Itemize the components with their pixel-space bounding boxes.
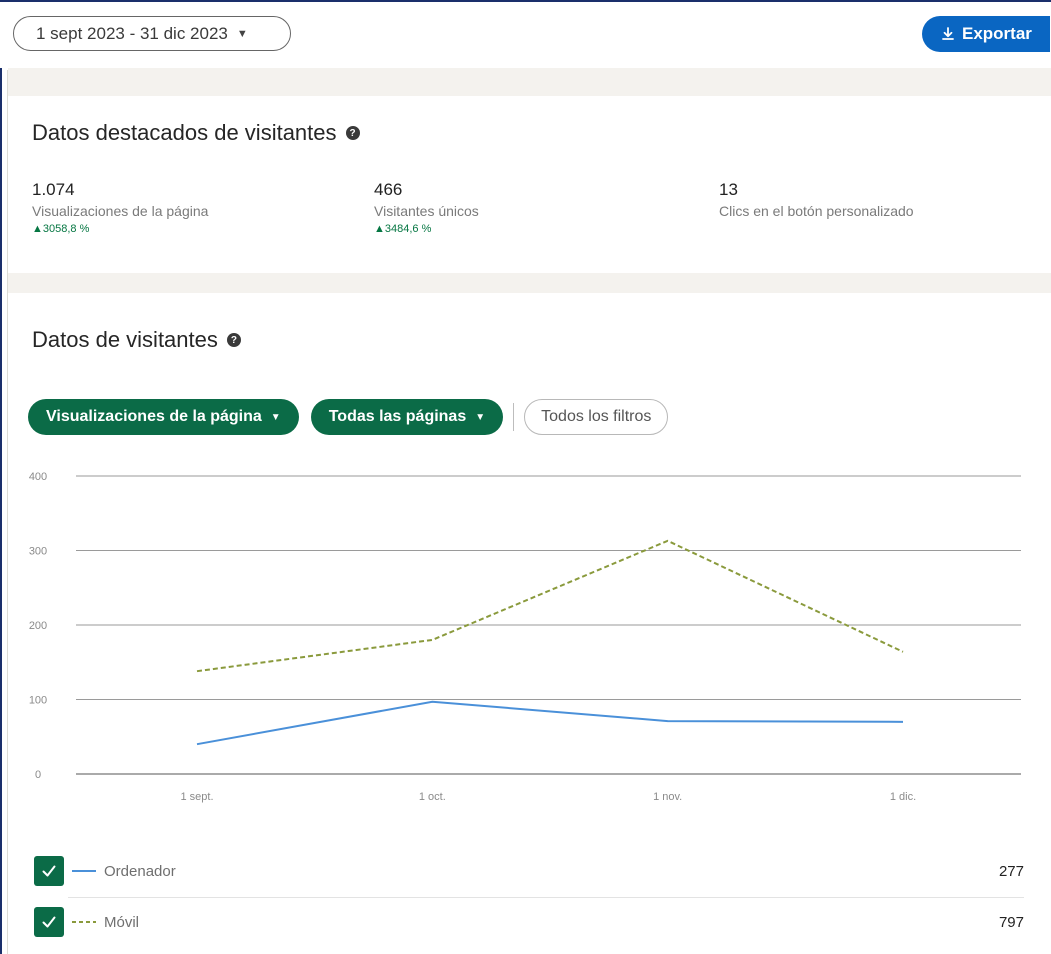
visitor-highlights-card: Datos destacados de visitantes ? 1.074 V… <box>8 96 1051 273</box>
metric-label: Visitantes únicos <box>374 203 479 219</box>
chevron-down-icon: ▼ <box>475 411 486 423</box>
highlights-title: Datos destacados de visitantes <box>32 120 337 145</box>
legend-total: 797 <box>998 913 1024 931</box>
all-filters-button[interactable]: Todos los filtros <box>524 399 669 435</box>
legend-row-desktop: Ordenador 277 <box>34 855 1024 887</box>
chevron-down-icon: ▼ <box>236 27 248 40</box>
metric-label: Visualizaciones de la página <box>32 203 209 219</box>
toolbar: 1 sept 2023 - 31 dic 2023 ▼ Exportar <box>0 2 1051 68</box>
metric-custom-button-clicks: 13 Clics en el botón personalizado <box>719 180 914 219</box>
date-range-dropdown[interactable]: 1 sept 2023 - 31 dic 2023 ▼ <box>13 16 291 51</box>
y-tick-label: 0 <box>35 769 41 781</box>
download-icon <box>940 26 956 42</box>
section-title: Datos de visitantes ? <box>32 327 241 353</box>
filter-bar: Visualizaciones de la página ▼ Todas las… <box>28 399 669 435</box>
y-tick-label: 400 <box>29 471 47 483</box>
metric-unique-visitors: 466 Visitantes únicos ▲3484,6 % <box>374 180 479 235</box>
series-checkbox-desktop[interactable] <box>34 856 64 886</box>
y-tick-label: 300 <box>29 546 47 558</box>
solid-line-swatch-icon <box>72 869 96 873</box>
metric-dropdown-label: Visualizaciones de la página <box>46 408 262 425</box>
x-tick-label: 1 oct. <box>419 791 446 803</box>
metric-label: Clics en el botón personalizado <box>719 203 914 219</box>
window-border-left <box>0 0 2 954</box>
app-frame: 1 sept 2023 - 31 dic 2023 ▼ Exportar Dat… <box>0 0 1051 954</box>
metric-value: 13 <box>719 180 738 199</box>
filter-separator <box>513 403 515 431</box>
dashed-line-swatch-icon <box>72 920 96 924</box>
metric-value: 466 <box>374 180 403 199</box>
y-tick-label: 100 <box>29 695 47 707</box>
section-divider <box>8 273 1051 293</box>
visitors-title: Datos de visitantes <box>32 327 218 352</box>
chevron-down-icon: ▼ <box>270 411 281 423</box>
section-title: Datos destacados de visitantes ? <box>32 120 360 146</box>
metric-change: ▲3058,8 % <box>32 223 90 235</box>
pages-dropdown[interactable]: Todas las páginas ▼ <box>310 399 504 435</box>
legend-label: Ordenador <box>104 862 176 880</box>
visitor-data-card: Datos de visitantes ? Visualizaciones de… <box>8 293 1051 954</box>
export-label: Exportar <box>962 24 1032 43</box>
checkmark-icon <box>42 916 56 928</box>
checkmark-icon <box>42 865 56 877</box>
series-checkbox-mobile[interactable] <box>34 907 64 937</box>
metric-change: ▲3484,6 % <box>374 223 432 235</box>
x-tick-label: 1 nov. <box>653 791 682 803</box>
series-line-mobile <box>196 539 904 673</box>
x-tick-label: 1 dic. <box>890 791 916 803</box>
date-range-label: 1 sept 2023 - 31 dic 2023 <box>36 23 228 43</box>
legend-row-mobile: Móvil 797 <box>34 906 1024 938</box>
section-divider <box>8 68 1051 96</box>
x-tick-label: 1 sept. <box>180 791 213 803</box>
export-button[interactable]: Exportar <box>922 16 1050 52</box>
legend-label: Móvil <box>104 913 140 931</box>
y-tick-label: 200 <box>29 620 47 632</box>
pages-dropdown-label: Todas las páginas <box>328 408 467 425</box>
visitor-line-chart: 0 100 200 300 400 1 sept. 1 oct. 1 nov. 1 dic. <box>29 471 1021 803</box>
series-line-desktop <box>196 700 904 746</box>
legend-total: 277 <box>998 862 1024 880</box>
metric-page-views: 1.074 Visualizaciones de la página ▲3058… <box>32 180 208 235</box>
legend-divider <box>68 897 1024 898</box>
all-filters-label: Todos los filtros <box>541 408 652 425</box>
help-icon[interactable]: ? <box>226 333 241 347</box>
metric-dropdown[interactable]: Visualizaciones de la página ▼ <box>28 399 299 435</box>
metric-value: 1.074 <box>32 180 75 199</box>
help-icon[interactable]: ? <box>345 126 360 140</box>
